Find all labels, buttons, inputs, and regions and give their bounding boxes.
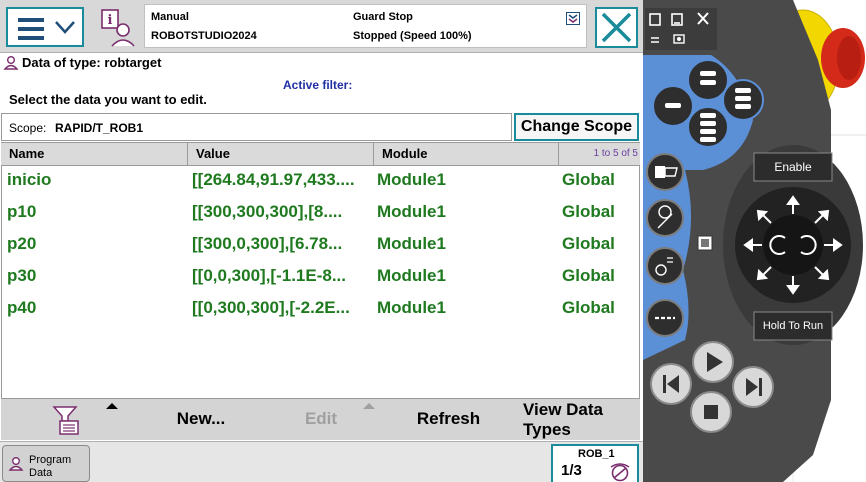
column-header-module[interactable]: Module (374, 143, 559, 165)
scope-label: Scope: (9, 121, 47, 135)
pendant-hardware: Enable Hold To Run (643, 0, 866, 482)
triangle-up-icon (363, 403, 375, 409)
cell-scope: Global (562, 298, 615, 317)
edit-button[interactable]: Edit (281, 399, 361, 439)
mode-status: Manual (151, 11, 189, 23)
active-filter-label: Active filter: (283, 78, 353, 92)
top-status-bar: i Manual ROBOTSTUDIO2024 Guard Stop Stop… (0, 0, 643, 53)
cell-scope: Global (562, 266, 615, 285)
cell-name: inicio (7, 170, 52, 189)
program-data-line1: Program (29, 454, 72, 466)
view-data-types-line2: Types (523, 420, 571, 439)
event-log-icon (566, 12, 580, 25)
cell-name: p40 (7, 298, 37, 317)
table-row[interactable]: p30 [[0,0,300],[-1.1E-8... Module1 Globa… (2, 262, 639, 294)
flexpendant-screen: i Manual ROBOTSTUDIO2024 Guard Stop Stop… (0, 0, 643, 482)
run-state: Stopped (Speed 100%) (353, 30, 472, 42)
taskbar: Program Data ROB_1 1/3 (0, 441, 643, 482)
quickset-button[interactable]: ROB_1 1/3 (551, 444, 639, 482)
cell-name: p10 (7, 202, 37, 221)
column-header-name[interactable]: Name (1, 143, 188, 165)
increment-icon (610, 463, 630, 482)
data-table: inicio [[264.84,91.97,433.... Module1 Gl… (1, 166, 640, 398)
page-title: Data of type: robtarget (22, 55, 162, 70)
cell-value: [[264.84,91.97,433.... (192, 170, 355, 189)
cell-module: Module1 (377, 202, 446, 221)
refresh-button[interactable]: Refresh (401, 399, 496, 439)
cell-value: [[300,0,300],[6.78... (192, 234, 343, 253)
operator-info-icon[interactable]: i (100, 8, 136, 48)
program-data-task-button[interactable]: Program Data (2, 445, 90, 482)
cell-value: [[0,300,300],[-2.2E... (192, 298, 350, 317)
scope-box: Scope: RAPID/T_ROB1 (1, 113, 512, 141)
cell-scope: Global (562, 234, 615, 253)
table-row[interactable]: p10 [[300,300,300],[8.... Module1 Global (2, 198, 639, 230)
svg-text:i: i (108, 13, 113, 28)
view-data-types-line1: View Data (523, 400, 604, 419)
scope-value: RAPID/T_ROB1 (55, 121, 144, 135)
filter-icon (52, 406, 79, 435)
table-row[interactable]: p40 [[0,300,300],[-2.2E... Module1 Globa… (2, 294, 639, 326)
program-data-line2: Data (29, 467, 53, 479)
filter-button[interactable] (31, 399, 111, 439)
cell-module: Module1 (377, 170, 446, 189)
cell-value: [[300,300,300],[8.... (192, 202, 343, 221)
instruction-text: Select the data you want to edit. (9, 92, 207, 107)
chevron-down-icon (55, 21, 75, 34)
enable-button[interactable]: Enable (754, 153, 832, 181)
change-scope-button[interactable]: Change Scope (514, 113, 639, 141)
robtarget-icon (3, 56, 19, 70)
increment-fraction: 1/3 (561, 462, 582, 479)
view-data-types-button[interactable]: View Data Types (516, 399, 640, 439)
main-menu-button[interactable] (6, 7, 84, 47)
status-panel[interactable]: Manual ROBOTSTUDIO2024 Guard Stop Stoppe… (144, 4, 587, 48)
table-header: Name Value Module 1 to 5 of 5 (1, 142, 640, 166)
cell-module: Module1 (377, 234, 446, 253)
triangle-up-icon (106, 403, 118, 409)
cell-module: Module1 (377, 298, 446, 317)
new-button[interactable]: New... (151, 399, 251, 439)
cell-module: Module1 (377, 266, 446, 285)
guard-status: Guard Stop (353, 11, 413, 23)
program-data-icon (8, 457, 24, 471)
mechanical-unit-label: ROB_1 (578, 448, 615, 460)
close-icon (601, 12, 632, 43)
cell-value: [[0,0,300],[-1.1E-8... (192, 266, 347, 285)
menu-icon (18, 18, 44, 45)
page-title-row: Data of type: robtarget (0, 53, 643, 73)
cell-name: p30 (7, 266, 37, 285)
table-row[interactable]: p20 [[300,0,300],[6.78... Module1 Global (2, 230, 639, 262)
bottom-toolbar: New... Edit Refresh View Data Types (1, 398, 640, 440)
cell-scope: Global (562, 202, 615, 221)
cell-scope: Global (562, 170, 615, 189)
table-row[interactable]: inicio [[264.84,91.97,433.... Module1 Gl… (2, 166, 639, 198)
controller-name: ROBOTSTUDIO2024 (151, 30, 257, 42)
hold-to-run-button[interactable]: Hold To Run (754, 312, 832, 340)
row-range-label: 1 to 5 of 5 (593, 148, 638, 159)
cell-name: p20 (7, 234, 37, 253)
column-header-value[interactable]: Value (188, 143, 374, 165)
pendant-body (643, 0, 866, 482)
close-button[interactable] (595, 7, 638, 48)
